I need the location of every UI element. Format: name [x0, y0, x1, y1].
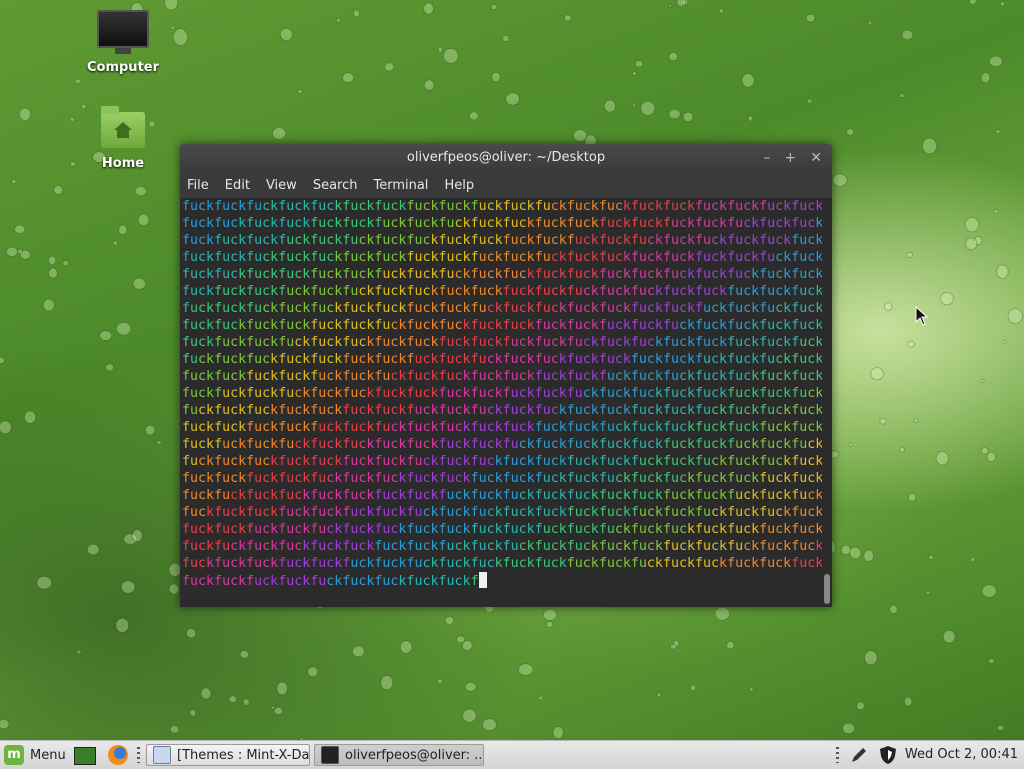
scrollbar-thumb[interactable] — [824, 574, 830, 604]
terminal-line: fuckfuckfuckfuckfuckfuckfuckfuckfuckf — [182, 572, 822, 589]
menu-help[interactable]: Help — [444, 178, 474, 193]
menu-edit[interactable]: Edit — [225, 178, 250, 193]
bottom-panel: m Menu [Themes : Mint-X-Da... oliverfpeo… — [0, 740, 1024, 769]
terminal-line: fuckfuckfuckfuckfuckfuckfuckfuckfuckfuck… — [182, 318, 822, 333]
panel-separator — [137, 747, 140, 763]
menu-button[interactable]: m Menu — [4, 744, 66, 766]
terminal-line: fuckfuckfuckfuckfuckfuckfuckfuckfuckfuck… — [182, 386, 822, 401]
terminal-line: fuckfuckfuckfuckfuckfuckfuckfuckfuckfuck… — [182, 267, 822, 282]
menu-button-label: Menu — [30, 747, 66, 763]
terminal-line: fuckfuckfuckfuckfuckfuckfuckfuckfuckfuck… — [182, 420, 822, 435]
terminal-line: fuckfuckfuckfuckfuckfuckfuckfuckfuckfuck… — [182, 335, 822, 350]
terminal-scrollbar[interactable] — [822, 202, 830, 604]
maximize-icon[interactable]: + — [785, 144, 797, 172]
menu-file[interactable]: File — [187, 178, 209, 193]
panel-separator — [836, 747, 839, 763]
menu-search[interactable]: Search — [313, 178, 358, 193]
terminal-line: fuckfuckfuckfuckfuckfuckfuckfuckfuckfuck… — [182, 199, 822, 214]
terminal-cursor — [478, 572, 487, 588]
terminal-line: fuckfuckfuckfuckfuckfuckfuckfuckfuckfuck… — [182, 539, 822, 554]
tray-pen-icon[interactable] — [850, 744, 868, 766]
taskbar-item-label: [Themes : Mint-X-Da... — [177, 747, 310, 763]
desktop-icon-label: Home — [101, 156, 145, 171]
desktop-icon-home[interactable]: Home — [78, 106, 168, 171]
terminal-line: fuckfuckfuckfuckfuckfuckfuckfuckfuckfuck… — [182, 505, 822, 520]
terminal-output[interactable]: fuckfuckfuckfuckfuckfuckfuckfuckfuckfuck… — [180, 198, 822, 607]
window-titlebar[interactable]: oliverfpeos@oliver: ~/Desktop – + ✕ — [180, 144, 832, 172]
show-desktop-icon[interactable] — [74, 745, 96, 765]
home-folder-icon — [101, 106, 145, 148]
terminal-line: fuckfuckfuckfuckfuckfuckfuckfuckfuckfuck… — [182, 488, 822, 503]
terminal-line: fuckfuckfuckfuckfuckfuckfuckfuckfuckfuck… — [182, 437, 822, 452]
minimize-icon[interactable]: – — [764, 144, 771, 172]
document-viewer-icon — [153, 746, 171, 764]
terminal-window: oliverfpeos@oliver: ~/Desktop – + ✕ File… — [180, 144, 832, 607]
terminal-icon — [321, 746, 339, 764]
terminal-line: fuckfuckfuckfuckfuckfuckfuckfuckfuckfuck… — [182, 233, 822, 248]
taskbar-item-terminal[interactable]: oliverfpeos@oliver: ... — [314, 744, 484, 766]
terminal-line: fuckfuckfuckfuckfuckfuckfuckfuckfuckfuck… — [182, 471, 822, 486]
terminal-line: fuckfuckfuckfuckfuckfuckfuckfuckfuckfuck… — [182, 301, 822, 316]
terminal-line: fuckfuckfuckfuckfuckfuckfuckfuckfuckfuck… — [182, 454, 822, 469]
terminal-menubar: File Edit View Search Terminal Help — [180, 172, 832, 198]
shield-icon[interactable] — [878, 744, 898, 766]
window-title: oliverfpeos@oliver: ~/Desktop — [406, 150, 606, 165]
menu-terminal[interactable]: Terminal — [373, 178, 428, 193]
computer-icon — [97, 10, 149, 54]
mouse-pointer-icon — [915, 306, 929, 326]
terminal-line: fuckfuckfuckfuckfuckfuckfuckfuckfuckfuck… — [182, 403, 822, 418]
terminal-line: fuckfuckfuckfuckfuckfuckfuckfuckfuckfuck… — [182, 369, 822, 384]
taskbar-item-themes[interactable]: [Themes : Mint-X-Da... — [146, 744, 310, 766]
firefox-icon[interactable] — [108, 745, 130, 765]
panel-clock[interactable]: Wed Oct 2, 00:41 — [905, 741, 1018, 769]
close-icon[interactable]: ✕ — [810, 144, 822, 172]
desktop-icon-computer[interactable]: Computer — [78, 10, 168, 75]
desktop-icon-label: Computer — [86, 60, 160, 75]
terminal-line: fuckfuckfuckfuckfuckfuckfuckfuckfuckfuck… — [182, 522, 822, 537]
menu-view[interactable]: View — [266, 178, 297, 193]
taskbar-item-label: oliverfpeos@oliver: ... — [345, 747, 484, 763]
mint-logo-icon: m — [4, 745, 24, 765]
terminal-line: fuckfuckfuckfuckfuckfuckfuckfuckfuckfuck… — [182, 556, 822, 571]
terminal-line: fuckfuckfuckfuckfuckfuckfuckfuckfuckfuck… — [182, 284, 822, 299]
terminal-line: fuckfuckfuckfuckfuckfuckfuckfuckfuckfuck… — [182, 250, 822, 265]
terminal-line: fuckfuckfuckfuckfuckfuckfuckfuckfuckfuck… — [182, 216, 822, 231]
terminal-line: fuckfuckfuckfuckfuckfuckfuckfuckfuckfuck… — [182, 352, 822, 367]
